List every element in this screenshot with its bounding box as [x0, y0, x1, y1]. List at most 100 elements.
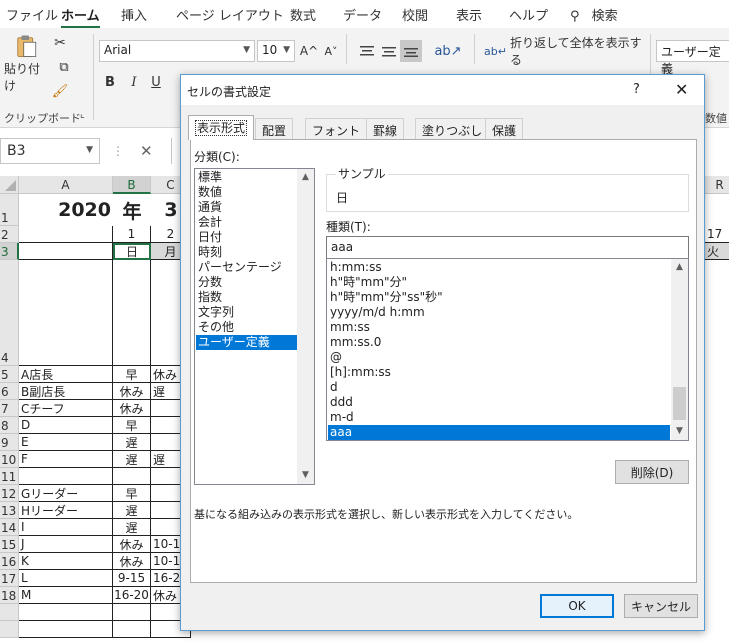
align-top-icon[interactable] [358, 42, 376, 60]
delete-button[interactable]: 削除(D) [615, 460, 689, 484]
cell-b5[interactable]: 早 [113, 366, 151, 383]
cell-a9[interactable]: E [19, 434, 113, 451]
format-item[interactable]: mm:ss.0 [328, 335, 670, 350]
cell-b11[interactable] [113, 468, 151, 485]
tab-home[interactable]: ホーム [61, 5, 100, 29]
cell-a8[interactable]: D [19, 417, 113, 434]
cell-b15[interactable]: 休み [113, 536, 151, 553]
category-listbox[interactable]: ▲ ▼ 標準 数値 通貨 会計 日付 時刻 パーセンテージ 分数 指数 文字列 その他 ユーザー定義 [194, 168, 315, 485]
copy-icon[interactable]: ⧉ [52, 58, 76, 76]
row-header[interactable]: 8 [0, 417, 19, 434]
row-header[interactable]: 3 [0, 243, 19, 260]
category-item[interactable]: 分数 [196, 275, 297, 290]
cell-b7[interactable]: 休み [113, 400, 151, 417]
cell-a15[interactable]: J [19, 536, 113, 553]
cell-a17[interactable]: L [19, 570, 113, 587]
scrollbar-thumb[interactable] [673, 387, 686, 420]
row-header[interactable]: 11 [0, 468, 19, 485]
cell-b18[interactable]: 16-20 [113, 587, 151, 604]
format-painter-icon[interactable]: 🖌 [52, 82, 69, 100]
format-item[interactable]: m-d [328, 410, 670, 425]
format-item[interactable]: mm:ss [328, 320, 670, 335]
tab-protection[interactable]: 保護 [485, 118, 524, 139]
category-item[interactable]: 標準 [196, 170, 297, 185]
cell-a6[interactable]: B副店長 [19, 383, 113, 400]
wrap-text-button[interactable]: ab↵ 折り返して全体を表示する [484, 36, 644, 67]
category-item[interactable]: 日付 [196, 230, 297, 245]
column-header-a[interactable]: A [19, 176, 113, 194]
align-middle-icon[interactable] [380, 42, 398, 60]
cell-b2[interactable]: 1 [113, 226, 151, 243]
dialog-launcher-icon[interactable]: ⌞ [80, 109, 85, 120]
cancel-entry-button[interactable]: ✕ [140, 142, 153, 160]
tab-data[interactable]: データ [343, 5, 382, 24]
empty-cell[interactable] [19, 621, 113, 638]
column-header-b[interactable]: B [113, 176, 151, 194]
row-header[interactable]: 4 [0, 260, 19, 366]
cell-b14[interactable]: 遅 [113, 519, 151, 536]
name-box[interactable]: B3 ▼ [0, 138, 100, 164]
category-scrollbar[interactable]: ▲ ▼ [297, 169, 314, 484]
tab-page-layout[interactable]: ページ レイアウト [176, 5, 284, 24]
category-item[interactable]: 通貨 [196, 200, 297, 215]
cell-a1[interactable]: 2020 [19, 194, 113, 226]
category-item[interactable]: 指数 [196, 290, 297, 305]
tab-alignment[interactable]: 配置 [255, 118, 294, 139]
row-header[interactable]: 5 [0, 366, 19, 383]
row-header[interactable]: 17 [0, 570, 19, 587]
cancel-button[interactable]: キャンセル [624, 594, 698, 618]
bold-button[interactable]: B [101, 72, 119, 92]
select-all-corner[interactable] [0, 176, 19, 194]
close-button[interactable]: ✕ [675, 80, 688, 99]
format-item[interactable]: ddd [328, 395, 670, 410]
type-input[interactable]: aaa [326, 236, 689, 259]
cell-b17[interactable]: 9-15 [113, 570, 151, 587]
cell-r2[interactable]: 17 [705, 226, 729, 243]
row-header[interactable]: 16 [0, 553, 19, 570]
orientation-icon[interactable]: ab↗ [434, 40, 462, 62]
search-box[interactable]: ⚲ 検索 [570, 5, 618, 24]
underline-button[interactable]: U [147, 72, 165, 92]
cell-b12[interactable]: 早 [113, 485, 151, 502]
cell-b4[interactable] [113, 260, 151, 366]
tab-help[interactable]: ヘルプ [509, 5, 548, 24]
paste-button[interactable]: 貼り付け [4, 34, 48, 94]
tab-border[interactable]: 罫線 [366, 118, 405, 139]
row-header[interactable] [0, 604, 19, 621]
category-item[interactable]: 会計 [196, 215, 297, 230]
align-bottom-icon[interactable] [400, 40, 422, 62]
cell-b8[interactable]: 早 [113, 417, 151, 434]
category-item[interactable]: パーセンテージ [196, 260, 297, 275]
tab-font[interactable]: フォント [305, 118, 368, 139]
tab-number[interactable]: 表示形式 [188, 115, 255, 140]
scroll-down-icon[interactable]: ▼ [297, 467, 314, 484]
help-button[interactable]: ? [633, 82, 640, 97]
font-size-combo[interactable]: 10 ▼ [257, 40, 295, 62]
italic-button[interactable]: I [125, 72, 143, 92]
row-header[interactable]: 13 [0, 502, 19, 519]
shrink-font-button[interactable]: A˅ [322, 42, 340, 60]
scroll-down-icon[interactable]: ▼ [671, 423, 688, 440]
cell-a18[interactable]: M [19, 587, 113, 604]
category-item[interactable]: 数値 [196, 185, 297, 200]
cell-r3[interactable]: 火 [705, 243, 729, 260]
row-header[interactable]: 10 [0, 451, 19, 468]
tab-insert[interactable]: 挿入 [121, 5, 147, 24]
row-header[interactable]: 6 [0, 383, 19, 400]
font-name-combo[interactable]: Arial ▼ [99, 40, 255, 62]
category-item[interactable]: その他 [196, 320, 297, 335]
empty-cell[interactable] [113, 621, 151, 638]
cell-b13[interactable]: 遅 [113, 502, 151, 519]
cell-b10[interactable]: 遅 [113, 451, 151, 468]
format-listbox[interactable]: ▲ ▼ h:mm:ss h"時"mm"分" h"時"mm"分"ss"秒" yyyy/m… [326, 258, 689, 441]
tab-view[interactable]: 表示 [456, 5, 482, 24]
format-item[interactable]: yyyy/m/d h:mm [328, 305, 670, 320]
cell-a16[interactable]: K [19, 553, 113, 570]
cell-b16[interactable]: 休み [113, 553, 151, 570]
tab-formulas[interactable]: 数式 [290, 5, 316, 24]
format-item[interactable]: h"時"mm"分" [328, 275, 670, 290]
row-header[interactable]: 12 [0, 485, 19, 502]
cell-a11[interactable] [19, 468, 113, 485]
empty-cell[interactable] [113, 604, 151, 621]
format-item[interactable]: @ [328, 350, 670, 365]
